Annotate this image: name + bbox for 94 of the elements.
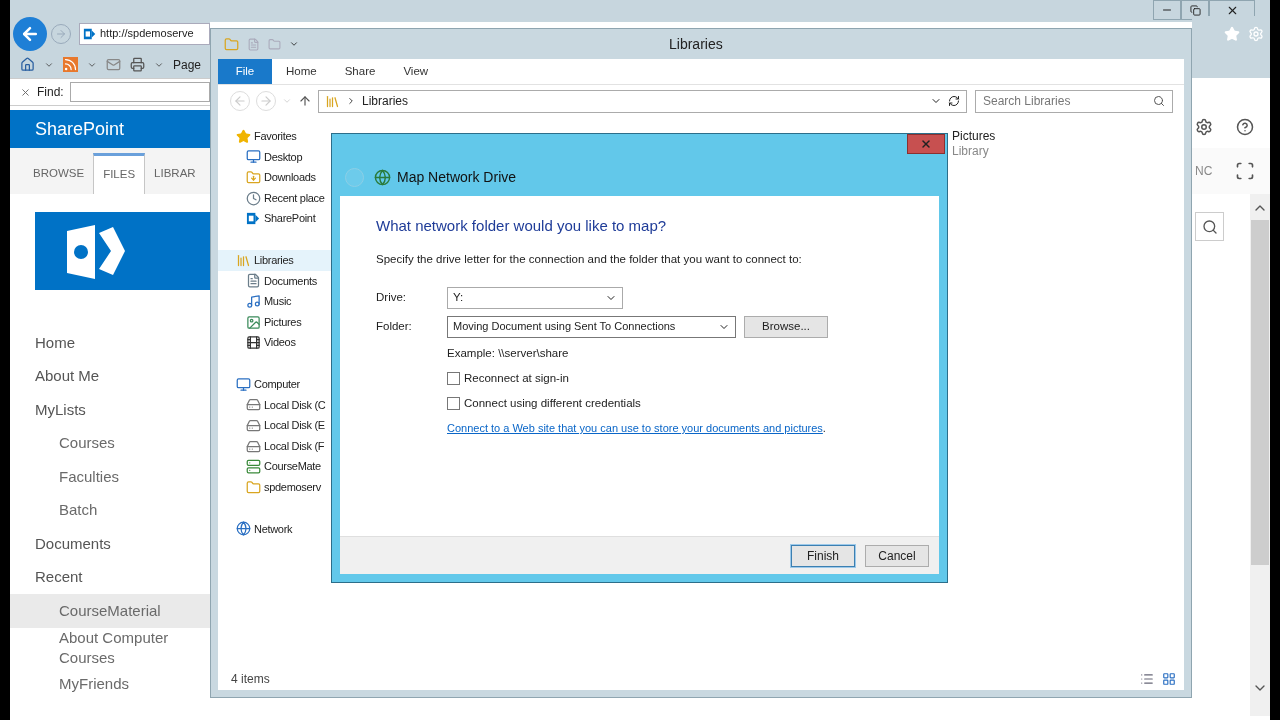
focus-icon[interactable] bbox=[1235, 161, 1255, 181]
drive-icon bbox=[246, 438, 261, 454]
search-button[interactable] bbox=[1195, 212, 1224, 241]
star-icon bbox=[236, 128, 251, 144]
details-view-icon[interactable] bbox=[1140, 672, 1154, 686]
restore-icon bbox=[1189, 4, 1201, 16]
suite-title: SharePoint bbox=[35, 117, 125, 141]
web-site-link[interactable]: Connect to a Web site that you can use to store your documents and pictures bbox=[447, 420, 823, 437]
ribbon-tab[interactable]: Home bbox=[272, 59, 331, 84]
dialog-button[interactable]: Cancel bbox=[865, 544, 929, 567]
nav-link[interactable]: About Computer Courses bbox=[10, 627, 210, 668]
ribbon-tab[interactable]: BROWSE bbox=[24, 153, 94, 194]
mail-icon[interactable] bbox=[106, 57, 121, 72]
dialog-title: Map Network Drive bbox=[397, 167, 517, 187]
folder-icon[interactable] bbox=[224, 36, 239, 52]
nav-link[interactable]: Recent bbox=[10, 560, 210, 594]
favorites-star-icon[interactable] bbox=[1224, 25, 1240, 42]
search-icon bbox=[1201, 218, 1218, 235]
checkbox[interactable] bbox=[447, 397, 460, 410]
dialog-heading: What network folder would you like to map? bbox=[376, 216, 668, 236]
close-icon bbox=[920, 138, 932, 150]
network-icon bbox=[236, 521, 251, 537]
library-item[interactable]: Pictures Library bbox=[952, 129, 1032, 159]
checkbox-label: Connect using different credentials bbox=[464, 395, 641, 411]
find-label: Find: bbox=[37, 84, 64, 101]
ribbon-tab[interactable]: View bbox=[389, 59, 443, 84]
browse-button[interactable]: Browse... bbox=[744, 315, 828, 338]
nav-link[interactable]: CourseMaterial bbox=[10, 594, 210, 628]
download-folder-icon bbox=[246, 170, 261, 185]
nav-link[interactable]: About Me bbox=[10, 359, 210, 393]
computer-icon bbox=[236, 376, 251, 392]
link-period: . bbox=[822, 421, 826, 437]
music-note-icon bbox=[246, 293, 261, 309]
nav-link[interactable]: MyLists bbox=[10, 393, 210, 427]
minimize-button[interactable] bbox=[1153, 0, 1181, 20]
address-field[interactable]: Libraries bbox=[318, 89, 967, 113]
folder-field[interactable]: Moving Document using Sent To Connections bbox=[447, 315, 736, 338]
caret-icon[interactable] bbox=[289, 39, 299, 49]
close-button[interactable] bbox=[907, 134, 945, 154]
ribbon-label: NC bbox=[1195, 163, 1213, 180]
ribbon-tab[interactable]: File bbox=[218, 59, 272, 84]
close-find-icon[interactable] bbox=[20, 86, 31, 98]
nav-link[interactable]: Courses bbox=[10, 426, 210, 460]
site-icon bbox=[83, 26, 97, 41]
help-icon[interactable] bbox=[1236, 118, 1254, 136]
nav-link[interactable]: Home bbox=[10, 326, 210, 360]
back-button[interactable] bbox=[13, 16, 47, 51]
checkbox-label: Reconnect at sign-in bbox=[464, 370, 569, 386]
forward-arrow-icon bbox=[55, 27, 67, 40]
new-folder-icon[interactable] bbox=[268, 37, 281, 51]
find-field[interactable] bbox=[69, 82, 210, 102]
folder-icon bbox=[246, 479, 261, 495]
scrollbar[interactable] bbox=[1250, 194, 1270, 716]
properties-icon[interactable] bbox=[247, 37, 260, 51]
checkbox[interactable] bbox=[447, 372, 460, 385]
desktop-icon bbox=[246, 149, 261, 165]
ribbon-tab[interactable]: FILES bbox=[93, 153, 146, 194]
instruction-text: Specify the drive letter for the connection and the folder that you want to connect to: bbox=[376, 252, 803, 267]
icons-view-icon[interactable] bbox=[1162, 672, 1176, 686]
search-field[interactable]: Search Libraries bbox=[975, 89, 1173, 113]
restore-button[interactable] bbox=[1181, 0, 1209, 20]
network-drive-icon bbox=[246, 459, 261, 475]
up-icon[interactable] bbox=[298, 94, 312, 108]
search-icon bbox=[1153, 95, 1165, 107]
window-title: Libraries bbox=[669, 34, 723, 54]
clock-icon bbox=[246, 190, 261, 206]
print-icon[interactable] bbox=[130, 57, 145, 72]
film-icon bbox=[246, 335, 261, 351]
network-drive-icon bbox=[374, 168, 391, 186]
home-icon[interactable] bbox=[20, 57, 35, 72]
nav-link[interactable]: Batch bbox=[10, 493, 210, 527]
settings-icon[interactable] bbox=[1195, 118, 1213, 136]
status-text: 4 items bbox=[231, 671, 271, 688]
site-icon bbox=[246, 211, 261, 227]
nav-link[interactable]: Documents bbox=[10, 527, 210, 561]
library-icon bbox=[325, 93, 340, 109]
drive-select[interactable]: Y: bbox=[447, 286, 623, 309]
address-field[interactable]: http://spdemoserve bbox=[79, 22, 210, 45]
example-text: Example: \\server\share bbox=[446, 346, 570, 361]
folder-label: Folder: bbox=[376, 318, 413, 334]
picture-icon bbox=[246, 314, 261, 330]
ribbon-tab[interactable]: Share bbox=[330, 59, 390, 84]
dialog-button[interactable]: Finish bbox=[791, 544, 855, 567]
nav-link[interactable]: Faculties bbox=[10, 460, 210, 494]
document-icon bbox=[246, 273, 261, 289]
refresh-icon bbox=[948, 95, 960, 107]
drive-icon bbox=[246, 397, 261, 413]
drive-label: Drive: bbox=[376, 289, 408, 305]
page-menu[interactable]: Page bbox=[173, 55, 202, 74]
ribbon-tab[interactable]: LIBRAR bbox=[145, 153, 205, 194]
library-icon bbox=[236, 252, 251, 268]
feed-icon[interactable] bbox=[63, 57, 78, 72]
drive-icon bbox=[246, 417, 261, 433]
nav-link[interactable]: MyFriends bbox=[10, 667, 210, 701]
